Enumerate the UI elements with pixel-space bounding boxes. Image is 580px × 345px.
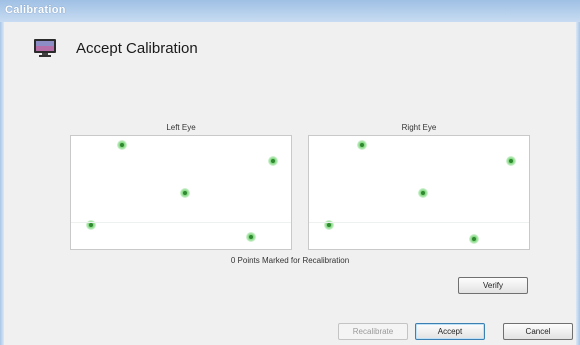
right-eye-calibration-point[interactable] bbox=[356, 140, 367, 151]
left-eye-calibration-point[interactable] bbox=[268, 155, 279, 166]
left-eye-plot bbox=[70, 135, 292, 250]
left-eye-calibration-point[interactable] bbox=[116, 140, 127, 151]
left-eye-calibration-point[interactable] bbox=[180, 187, 191, 198]
right-eye-calibration-point[interactable] bbox=[506, 155, 517, 166]
right-eye-calibration-point[interactable] bbox=[469, 233, 479, 244]
window-frame-right bbox=[576, 22, 580, 345]
accept-button[interactable]: Accept bbox=[415, 323, 485, 340]
left-eye-calibration-point[interactable] bbox=[85, 220, 96, 231]
recalibrate-button[interactable]: Recalibrate bbox=[338, 323, 408, 340]
window-title: Calibration bbox=[5, 4, 66, 16]
right-eye-calibration-point[interactable] bbox=[323, 220, 334, 231]
right-eye-plot bbox=[308, 135, 530, 250]
right-eye-calibration-point[interactable] bbox=[418, 187, 429, 198]
recalibration-status: 0 Points Marked for Recalibration bbox=[230, 256, 350, 265]
calibration-window: Calibration Accept Calibration Left Eye … bbox=[0, 0, 580, 345]
window-frame-left bbox=[0, 22, 4, 345]
left-eye-calibration-point[interactable] bbox=[246, 231, 257, 242]
cancel-button[interactable]: Cancel bbox=[503, 323, 573, 340]
monitor-icon bbox=[34, 39, 56, 57]
title-bar[interactable]: Calibration bbox=[0, 0, 580, 22]
right-eye-label: Right Eye bbox=[401, 123, 437, 132]
verify-button[interactable]: Verify bbox=[458, 277, 528, 294]
page-title: Accept Calibration bbox=[76, 40, 198, 57]
left-eye-label: Left Eye bbox=[166, 123, 196, 132]
